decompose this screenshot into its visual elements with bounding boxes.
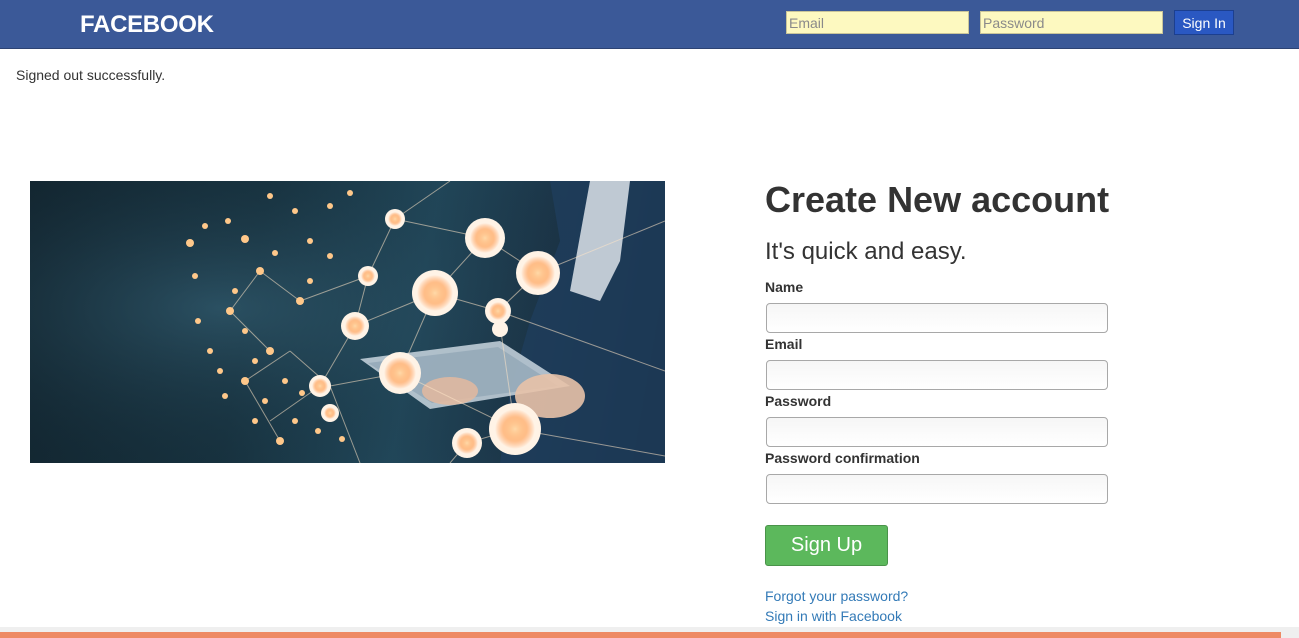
top-navbar: FACEBOOK Sign In — [0, 0, 1299, 49]
password-label: Password — [765, 393, 832, 409]
forgot-password-link[interactable]: Forgot your password? — [765, 588, 908, 604]
name-field[interactable] — [766, 303, 1108, 333]
sign-up-button[interactable]: Sign Up — [765, 525, 888, 566]
email-label: Email — [765, 336, 803, 352]
header-password-input[interactable] — [980, 11, 1163, 34]
email-field[interactable] — [766, 360, 1108, 390]
facebook-signin-link[interactable]: Sign in with Facebook — [765, 608, 902, 624]
brand-logo[interactable]: FACEBOOK — [80, 11, 214, 39]
name-label: Name — [765, 279, 804, 295]
signup-title: Create New account — [765, 179, 1110, 220]
password-confirmation-field[interactable] — [766, 474, 1108, 504]
signup-panel: Create New account It's quick and easy. … — [765, 178, 1125, 624]
password-confirmation-label: Password confirmation — [765, 450, 920, 466]
bottom-progress-bar — [0, 632, 1281, 638]
password-field[interactable] — [766, 417, 1108, 447]
header-email-input[interactable] — [786, 11, 969, 34]
signup-subtitle: It's quick and easy. — [765, 238, 967, 265]
hero-image — [30, 181, 665, 463]
flash-notice: Signed out successfully. — [16, 67, 166, 83]
sign-in-button[interactable]: Sign In — [1174, 10, 1234, 35]
